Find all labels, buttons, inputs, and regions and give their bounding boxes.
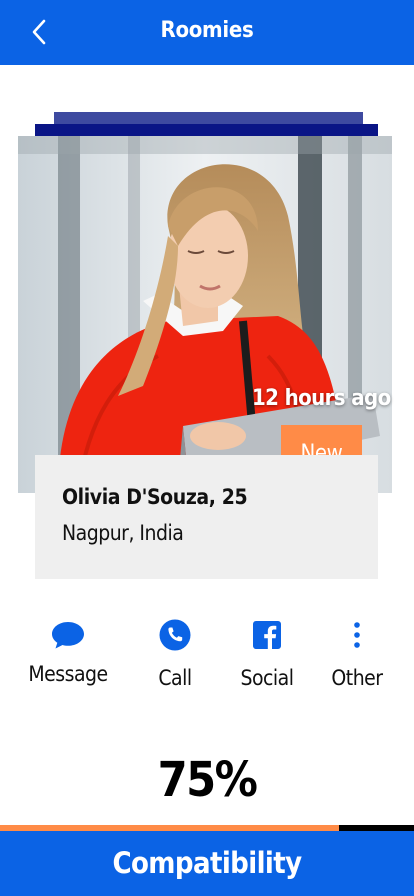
posted-time: 12 hours ago xyxy=(252,386,391,411)
social-label: Social xyxy=(240,666,294,690)
more-vertical-icon xyxy=(354,622,360,648)
message-label: Message xyxy=(28,662,108,686)
call-action[interactable]: Call xyxy=(130,618,220,690)
message-action[interactable]: Message xyxy=(23,618,113,686)
chat-bubble-icon xyxy=(52,622,84,649)
profile-info-card: Olivia D'Souza, 25 Nagpur, India xyxy=(35,455,378,579)
card-stack-middle-layer xyxy=(35,124,378,136)
other-label: Other xyxy=(331,666,383,690)
app-header: Roomies xyxy=(0,0,414,65)
page-title: Roomies xyxy=(160,18,254,43)
other-action[interactable]: Other xyxy=(312,618,402,690)
phone-icon xyxy=(159,619,191,651)
facebook-icon xyxy=(253,621,281,649)
compatibility-button[interactable]: Compatibility xyxy=(0,831,414,896)
call-label: Call xyxy=(158,666,192,690)
profile-name-age: Olivia D'Souza, 25 xyxy=(62,485,248,509)
compatibility-percent: 75% xyxy=(157,752,258,808)
profile-location: Nagpur, India xyxy=(62,521,184,545)
social-action[interactable]: Social xyxy=(222,618,312,690)
